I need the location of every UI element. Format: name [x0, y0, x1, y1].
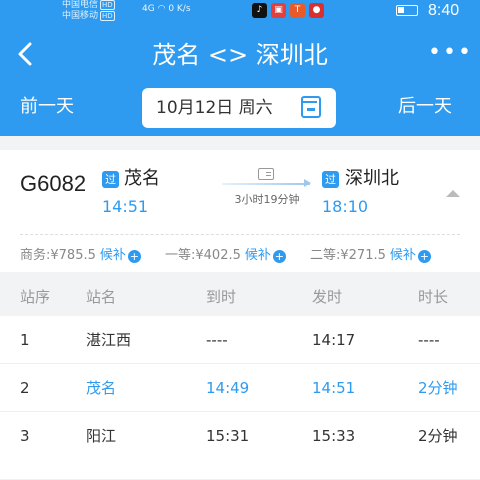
seat-class-label: 商务: [20, 248, 51, 263]
app-icon: ● [309, 3, 324, 18]
plus-icon[interactable]: + [417, 250, 431, 263]
stop-name: 阳江 [86, 427, 117, 445]
stop-depart: 14:17 [312, 331, 356, 349]
seat-price: ¥271.5 [340, 248, 386, 263]
stop-arrive: 14:49 [206, 379, 250, 397]
signal-label: 4G [142, 4, 155, 14]
next-day-button[interactable]: 后一天 [398, 94, 452, 120]
from-station: 茂名 [124, 168, 160, 189]
seat-price: ¥402.5 [195, 248, 241, 263]
stop-depart: 14:51 [312, 379, 356, 397]
to-station: 深圳北 [345, 168, 399, 189]
carrier-1: 中国电信 [62, 0, 99, 10]
carrier-2: 中国移动 [62, 11, 99, 21]
hd-badge: HD [100, 0, 115, 10]
carrier-info: 中国电信 HD 中国移动 HD [62, 0, 115, 22]
stop-arrive: 15:31 [206, 427, 250, 445]
clock: 8:40 [428, 2, 460, 19]
app-icon: T [290, 3, 305, 18]
page-title: 茂名 <> 深圳北 [152, 41, 328, 69]
col-header-stay: 时长 [418, 288, 449, 306]
prev-day-button[interactable]: 前一天 [20, 94, 74, 120]
col-header-station: 站名 [86, 288, 117, 306]
stop-depart: 15:33 [312, 427, 356, 445]
table-row[interactable]: 2 茂名 14:49 14:51 2分钟 [0, 364, 480, 412]
plus-icon[interactable]: + [127, 250, 141, 263]
plus-icon[interactable]: + [272, 250, 286, 263]
price-first-class: 一等:¥402.5 候补 + [165, 247, 286, 265]
waitlist-button[interactable]: 候补 [100, 248, 126, 263]
stop-stay: ---- [418, 331, 440, 349]
hd-badge: HD [100, 11, 115, 21]
calendar-icon [301, 96, 321, 118]
wifi-icon: ◠ [157, 4, 166, 14]
stop-stay: 2分钟 [418, 379, 458, 397]
stop-seq: 2 [20, 379, 30, 397]
stop-seq: 3 [20, 427, 30, 445]
stop-arrive: ---- [206, 331, 228, 349]
pass-badge: 过 [322, 171, 339, 188]
date-picker[interactable]: 10月12日 周六 [142, 88, 336, 128]
tiktok-icon: ♪ [252, 3, 267, 18]
stop-name: 茂名 [86, 379, 117, 397]
more-icon[interactable]: ••• [428, 42, 473, 64]
col-header-arrive: 到时 [206, 288, 237, 306]
stop-seq: 1 [20, 331, 30, 349]
signal-indicator: 4G ◠ 0 K/s [142, 4, 191, 14]
seat-class-label: 二等: [310, 248, 341, 263]
stops-table-header: 站序 站名 到时 发时 时长 [0, 278, 480, 316]
price-business: 商务:¥785.5 候补 + [20, 247, 141, 265]
pass-badge: 过 [102, 171, 119, 188]
seat-class-label: 一等: [165, 248, 196, 263]
col-header-depart: 发时 [312, 288, 343, 306]
divider [20, 234, 460, 235]
route-arrow-icon [222, 180, 311, 186]
date-label: 10月12日 周六 [156, 98, 273, 118]
collapse-icon[interactable] [446, 190, 460, 197]
notification-icons: ♪ ▣ T ● [252, 3, 324, 18]
seat-prices: 商务:¥785.5 候补 + 一等:¥402.5 候补 + 二等:¥271.5 候补 + [0, 240, 480, 272]
stop-name: 湛江西 [86, 331, 132, 349]
app-header: 茂名 <> 深圳北 ••• 前一天 10月12日 周六 后一天 [0, 24, 480, 136]
waitlist-button[interactable]: 候补 [245, 248, 271, 263]
stop-stay: 2分钟 [418, 427, 458, 445]
table-row[interactable]: 3 阳江 15:31 15:33 2分钟 [0, 412, 480, 480]
price-second-class: 二等:¥271.5 候补 + [310, 247, 431, 265]
app-icon: ▣ [271, 3, 286, 18]
arrival-time: 18:10 [322, 197, 369, 216]
col-header-seq: 站序 [20, 288, 51, 306]
table-row[interactable]: 1 湛江西 ---- 14:17 ---- [0, 316, 480, 364]
waitlist-button[interactable]: 候补 [390, 248, 416, 263]
departure-time: 14:51 [102, 197, 149, 216]
seat-price: ¥785.5 [50, 248, 96, 263]
trip-duration: 3小时19分钟 [234, 193, 300, 206]
battery-icon [396, 5, 418, 16]
ticket-icon [258, 168, 274, 180]
status-bar: 中国电信 HD 中国移动 HD 4G ◠ 0 K/s ♪ ▣ T ● 8:40 [0, 0, 480, 24]
train-number: G6082 [20, 171, 87, 196]
network-speed: 0 K/s [168, 4, 191, 14]
